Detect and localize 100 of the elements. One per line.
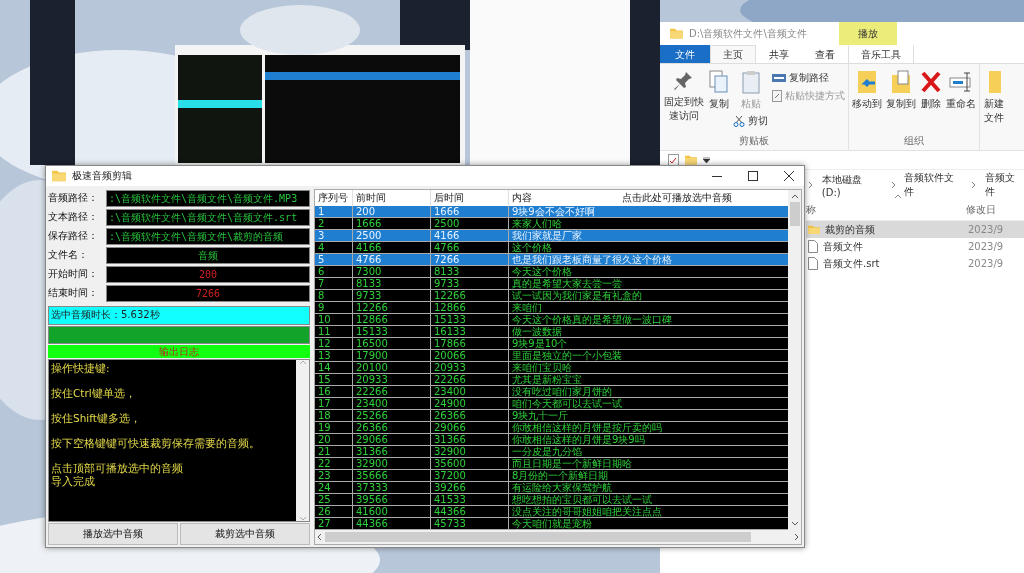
table-cell: 8 bbox=[315, 290, 353, 301]
header-hint[interactable]: 点击此处可播放选中音频 bbox=[622, 191, 732, 205]
table-cell-text: 试一试因为我们家是有礼盒的 bbox=[511, 290, 643, 301]
move-to-button[interactable]: 移动到 bbox=[852, 70, 882, 134]
input-field[interactable]: :\音频软件文件\音频文件\音频文件.srt bbox=[106, 208, 310, 226]
action-button[interactable]: 裁剪选中音频 bbox=[180, 523, 310, 545]
file-row[interactable]: 音频文件.srt 2023/9 bbox=[806, 255, 1024, 272]
dropdown-icon[interactable] bbox=[703, 157, 710, 163]
table-cell: 4 bbox=[315, 242, 353, 253]
rename-button[interactable]: 重命名 bbox=[946, 70, 976, 134]
table-row[interactable]: 18 25266 26366 9块九十一斤 bbox=[315, 410, 788, 422]
ribbon-tab[interactable]: 查看 bbox=[802, 45, 848, 63]
ribbon-tab[interactable]: 共享 bbox=[756, 45, 802, 63]
action-button[interactable]: 播放选中音频 bbox=[48, 523, 178, 545]
ribbon-tab[interactable]: 音乐工具 bbox=[848, 45, 914, 63]
input-field[interactable]: 200 bbox=[106, 265, 310, 283]
input-field[interactable]: 音频 bbox=[106, 246, 310, 264]
table-row[interactable]: 10 12866 15133 今天这个价格真的是希望做一波口碑 bbox=[315, 314, 788, 326]
scroll-up-icon[interactable] bbox=[790, 194, 799, 199]
ribbon-tab[interactable]: 主页 bbox=[710, 45, 756, 63]
table-cell: 37200 bbox=[431, 470, 509, 481]
table-cell: 45733 bbox=[431, 518, 509, 529]
scroll-left-icon[interactable] bbox=[317, 533, 322, 541]
copy-to-button[interactable]: 复制到 bbox=[886, 70, 916, 134]
table-row[interactable]: 1 200 1666 9块9会不会不好啊 bbox=[315, 206, 788, 218]
scroll-thumb[interactable] bbox=[325, 532, 751, 542]
column-header[interactable]: 称 bbox=[806, 203, 966, 217]
table-cell: 23 bbox=[315, 470, 353, 481]
file-icon bbox=[808, 257, 818, 270]
delete-button[interactable]: 删除 bbox=[920, 70, 942, 134]
scroll-right-icon[interactable] bbox=[794, 533, 799, 541]
table-cell-text: 一分皮是九分馅 bbox=[511, 446, 583, 457]
pin-button[interactable]: 固定到快速访问 bbox=[663, 70, 705, 134]
copy-button[interactable]: 复制 bbox=[709, 70, 729, 134]
table-row[interactable]: 7 8133 9733 真的是希望大家去尝一尝 bbox=[315, 278, 788, 290]
table-row[interactable]: 14 20100 20933 来咱们宝贝哈 bbox=[315, 362, 788, 374]
table-row[interactable]: 2 1666 2500 来家人们哈 bbox=[315, 218, 788, 230]
table-row[interactable]: 9 12266 12866 来咱们 bbox=[315, 302, 788, 314]
input-field[interactable]: 7266 bbox=[106, 284, 310, 302]
cut-button[interactable]: 剪切 bbox=[733, 113, 768, 129]
table-cell: 12866 bbox=[353, 314, 431, 325]
file-row[interactable]: 音频文件 2023/9 bbox=[806, 238, 1024, 255]
table-row[interactable]: 3 2500 4166 我们家就是厂家 bbox=[315, 230, 788, 242]
table-row[interactable]: 6 7300 8133 今天这个价格 bbox=[315, 266, 788, 278]
rename-icon bbox=[949, 70, 973, 94]
table-cell: 20933 bbox=[353, 374, 431, 385]
table-row[interactable]: 20 29066 31366 你敢相信这样的月饼是9块9吗 bbox=[315, 434, 788, 446]
table-cell: 9733 bbox=[353, 290, 431, 301]
table-cell: 22266 bbox=[353, 386, 431, 397]
table-row[interactable]: 4 4166 4766 这个价格 bbox=[315, 242, 788, 254]
table-row[interactable]: 17 23400 24900 咱们今天都可以去试一试 bbox=[315, 398, 788, 410]
table-row[interactable]: 26 41600 44366 没点关注的哥哥姐姐咱把关注点点 bbox=[315, 506, 788, 518]
table-cell: 23400 bbox=[353, 398, 431, 409]
copy-path-button[interactable]: 复制路径 bbox=[772, 70, 845, 86]
table-row[interactable]: 8 9733 12266 试一试因为我们家是有礼盒的 bbox=[315, 290, 788, 302]
table-row[interactable]: 27 44366 45733 今天咱们就是宠粉 bbox=[315, 518, 788, 530]
field-label: 结束时间： bbox=[48, 286, 99, 300]
column-header[interactable]: 修改日 bbox=[966, 203, 996, 217]
breadcrumb-item[interactable]: 音频软件文件 bbox=[904, 171, 963, 199]
table-cell: 27 bbox=[315, 518, 353, 529]
table-cell: 31366 bbox=[431, 434, 509, 445]
scrollbar[interactable] bbox=[315, 530, 801, 544]
table-row[interactable]: 21 31366 32900 一分皮是九分馅 bbox=[315, 446, 788, 458]
folder-icon bbox=[808, 224, 820, 235]
table-row[interactable]: 23 35666 37200 8月份的一个新鲜日期 bbox=[315, 470, 788, 482]
table-cell: 14 bbox=[315, 362, 353, 373]
scroll-thumb[interactable] bbox=[789, 202, 800, 226]
table-cell: 2500 bbox=[431, 218, 509, 229]
table-cell-text: 我们家就是厂家 bbox=[511, 230, 583, 241]
column-header[interactable]: 内容 bbox=[512, 191, 532, 205]
table-cell: 20 bbox=[315, 434, 353, 445]
table-row[interactable]: 15 20933 22266 尤其是新粉宝宝 bbox=[315, 374, 788, 386]
table-row[interactable]: 13 17900 20066 里面是独立的一个小包装 bbox=[315, 350, 788, 362]
breadcrumb-item[interactable]: 音频文件 bbox=[984, 171, 1024, 199]
table-row[interactable]: 12 16500 17866 9块9是10个 bbox=[315, 338, 788, 350]
table-row[interactable]: 24 37333 39266 有运险给大家保驾护航 bbox=[315, 482, 788, 494]
input-field[interactable]: :\音频软件文件\音频文件\裁剪的音频 bbox=[106, 227, 310, 245]
table-cell-text: 9块9会不会不好啊 bbox=[511, 206, 596, 217]
table-row[interactable]: 11 15133 16133 做一波数据 bbox=[315, 326, 788, 338]
table-row[interactable]: 25 39566 41533 想吃想拍的宝贝都可以去试一试 bbox=[315, 494, 788, 506]
table-cell: 44366 bbox=[353, 518, 431, 529]
scroll-down-icon[interactable] bbox=[790, 521, 799, 526]
chevron-icon bbox=[808, 181, 814, 189]
input-field[interactable]: :\音频软件文件\音频文件\音频文件.MP3 bbox=[106, 189, 310, 207]
breadcrumb-item[interactable]: 本地磁盘 (D:) bbox=[821, 172, 883, 198]
table-row[interactable]: 19 26366 29066 你敢相信这样的月饼是按斤卖的吗 bbox=[315, 422, 788, 434]
scrollbar[interactable] bbox=[788, 190, 801, 530]
field-label: 文本路径： bbox=[48, 210, 99, 224]
table-row[interactable]: 5 4766 7266 也是我们跟老板商量了很久这个价格 bbox=[315, 254, 788, 266]
new-folder-button[interactable]: 新建文件 bbox=[983, 70, 1004, 124]
folder-icon bbox=[52, 170, 66, 182]
table-cell: 4166 bbox=[431, 230, 509, 241]
table-row[interactable]: 22 32900 35600 而且日期是一个新鲜日期哈 bbox=[315, 458, 788, 470]
file-row[interactable]: 裁剪的音频 2023/9 bbox=[806, 221, 1024, 238]
ribbon-tab[interactable]: 文件 bbox=[660, 45, 710, 63]
log-line: 按住Shift键多选， bbox=[51, 412, 142, 425]
table-cell: 26366 bbox=[353, 422, 431, 433]
table-cell: 4766 bbox=[431, 242, 509, 253]
table-row[interactable]: 16 22266 23400 没有吃过咱们家月饼的 bbox=[315, 386, 788, 398]
table-cell: 35600 bbox=[431, 458, 509, 469]
